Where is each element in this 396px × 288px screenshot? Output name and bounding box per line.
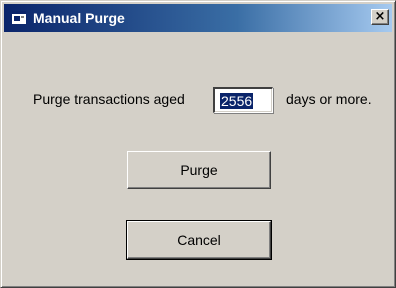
days-input-value: 2556: [220, 93, 254, 109]
close-button[interactable]: ×: [371, 9, 389, 25]
close-icon: ×: [374, 9, 386, 24]
days-input[interactable]: 2556: [213, 87, 273, 113]
purge-button[interactable]: Purge: [127, 151, 271, 189]
window-title: Manual Purge: [33, 10, 125, 26]
cancel-button[interactable]: Cancel: [126, 220, 272, 260]
days-suffix-label: days or more.: [286, 91, 372, 107]
purge-age-row: Purge transactions aged 2556 days or mor…: [1, 87, 396, 117]
purge-age-label: Purge transactions aged: [33, 91, 185, 107]
app-window-icon: [12, 11, 26, 24]
manual-purge-dialog: Manual Purge × Purge transactions aged 2…: [0, 0, 396, 288]
title-bar[interactable]: Manual Purge ×: [4, 4, 392, 32]
